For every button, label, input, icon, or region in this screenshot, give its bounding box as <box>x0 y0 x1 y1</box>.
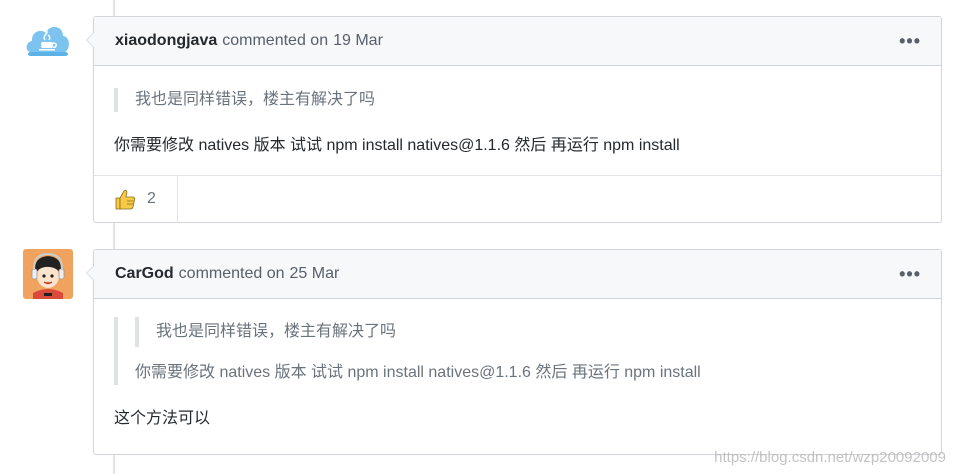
comment-author[interactable]: CarGod <box>115 265 174 283</box>
more-options-button[interactable]: ••• <box>899 31 921 52</box>
comment-author[interactable]: xiaodongjava <box>115 32 217 50</box>
comment: CarGod commented on 25 Mar ••• 我也是同样错误，楼… <box>86 249 942 455</box>
comment-text: 这个方法可以 <box>114 410 211 427</box>
quote-text: 你需要修改 natives 版本 试试 npm install natives@… <box>135 364 701 381</box>
comment-header: xiaodongjava commented on 19 Mar ••• <box>86 17 941 66</box>
avatar[interactable] <box>23 249 73 299</box>
timeline-line-top <box>113 0 115 16</box>
reaction-count: 2 <box>147 190 156 207</box>
avatar[interactable] <box>23 16 73 66</box>
more-options-button[interactable]: ••• <box>899 264 921 285</box>
comment: xiaodongjava commented on 19 Mar ••• 我也是… <box>86 16 942 223</box>
timeline-line-bottom <box>113 455 115 474</box>
watermark: https://blog.csdn.net/wzp20092009 <box>714 449 946 466</box>
commented-label: commented on <box>222 32 329 49</box>
cartoon-avatar-icon <box>23 249 73 299</box>
java-cloud-icon <box>23 16 73 66</box>
blockquote: 我也是同样错误，楼主有解决了吗 你需要修改 natives 版本 试试 npm … <box>114 317 921 385</box>
comment-date[interactable]: 19 Mar <box>333 32 383 50</box>
nested-blockquote: 我也是同样错误，楼主有解决了吗 <box>135 317 921 347</box>
comment-header: CarGod commented on 25 Mar ••• <box>86 250 941 299</box>
timeline-line-middle <box>113 223 115 249</box>
nested-quote-text: 我也是同样错误，楼主有解决了吗 <box>156 323 397 340</box>
thumbs-up-icon <box>115 189 135 210</box>
reaction-thumbs-up-button[interactable]: 2 <box>94 176 178 222</box>
comment-body: 我也是同样错误，楼主有解决了吗 你需要修改 natives 版本 试试 npm … <box>94 66 941 175</box>
comment-body: 我也是同样错误，楼主有解决了吗 你需要修改 natives 版本 试试 npm … <box>94 299 941 431</box>
comment-date[interactable]: 25 Mar <box>290 265 340 283</box>
comment-text: 你需要修改 natives 版本 试试 npm install natives@… <box>114 137 680 154</box>
blockquote: 我也是同样错误，楼主有解决了吗 <box>114 88 921 112</box>
commented-label: commented on <box>178 265 285 282</box>
quote-text: 我也是同样错误，楼主有解决了吗 <box>135 91 376 108</box>
reactions-bar: 2 <box>94 175 941 222</box>
